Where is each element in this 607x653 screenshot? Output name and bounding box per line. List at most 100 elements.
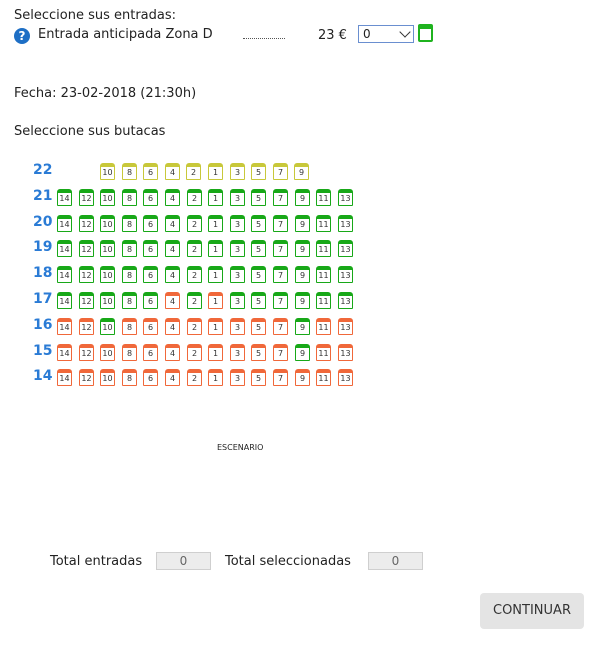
seat[interactable]: 5 <box>251 240 266 257</box>
seat[interactable]: 12 <box>79 215 94 232</box>
seat[interactable]: 6 <box>143 215 158 232</box>
seat[interactable]: 4 <box>165 318 180 335</box>
seat[interactable]: 9 <box>295 215 310 232</box>
seat[interactable]: 6 <box>143 344 158 361</box>
seat[interactable]: 1 <box>208 163 223 180</box>
seat[interactable]: 2 <box>187 189 202 206</box>
seat[interactable]: 2 <box>187 292 202 309</box>
seat[interactable]: 3 <box>230 292 245 309</box>
seat[interactable]: 1 <box>208 369 223 386</box>
seat[interactable]: 12 <box>79 318 94 335</box>
seat[interactable]: 13 <box>338 266 353 283</box>
seat[interactable]: 5 <box>251 318 266 335</box>
seat[interactable]: 3 <box>230 344 245 361</box>
seat[interactable]: 6 <box>143 240 158 257</box>
seat[interactable]: 5 <box>251 189 266 206</box>
seat[interactable]: 5 <box>251 344 266 361</box>
seat[interactable]: 13 <box>338 215 353 232</box>
seat[interactable]: 4 <box>165 163 180 180</box>
seat[interactable]: 9 <box>295 240 310 257</box>
seat[interactable]: 11 <box>316 215 331 232</box>
seat[interactable]: 12 <box>79 344 94 361</box>
seat[interactable]: 4 <box>165 344 180 361</box>
seat[interactable]: 2 <box>187 344 202 361</box>
seat[interactable]: 7 <box>273 344 288 361</box>
seat[interactable]: 9 <box>295 189 310 206</box>
seat[interactable]: 14 <box>57 292 72 309</box>
seat[interactable]: 12 <box>79 369 94 386</box>
seat[interactable]: 12 <box>79 292 94 309</box>
seat[interactable]: 10 <box>100 266 115 283</box>
seat[interactable]: 11 <box>316 344 331 361</box>
seat[interactable]: 5 <box>251 292 266 309</box>
continue-button[interactable]: CONTINUAR <box>480 593 584 629</box>
seat[interactable]: 6 <box>143 266 158 283</box>
seat[interactable]: 13 <box>338 318 353 335</box>
seat[interactable]: 3 <box>230 318 245 335</box>
seat[interactable]: 12 <box>79 189 94 206</box>
seat[interactable]: 2 <box>187 369 202 386</box>
seat[interactable]: 9 <box>295 318 310 335</box>
seat[interactable]: 11 <box>316 369 331 386</box>
seat[interactable]: 11 <box>316 266 331 283</box>
seat[interactable]: 3 <box>230 215 245 232</box>
seat[interactable]: 4 <box>165 189 180 206</box>
seat[interactable]: 2 <box>186 163 201 180</box>
seat[interactable]: 14 <box>57 344 72 361</box>
seat[interactable]: 1 <box>208 318 223 335</box>
seat[interactable]: 10 <box>100 215 115 232</box>
seat[interactable]: 7 <box>273 292 288 309</box>
seat[interactable]: 3 <box>230 266 245 283</box>
seat[interactable]: 4 <box>165 369 180 386</box>
seat[interactable]: 14 <box>57 266 72 283</box>
seat[interactable]: 4 <box>165 292 180 309</box>
seat[interactable]: 13 <box>338 240 353 257</box>
seat[interactable]: 12 <box>79 266 94 283</box>
seat[interactable]: 9 <box>295 266 310 283</box>
seat[interactable]: 10 <box>100 240 115 257</box>
seat[interactable]: 7 <box>273 163 288 180</box>
seat[interactable]: 11 <box>316 189 331 206</box>
seat[interactable]: 5 <box>251 215 266 232</box>
seat[interactable]: 8 <box>122 318 137 335</box>
seat[interactable]: 14 <box>57 318 72 335</box>
seat[interactable]: 3 <box>230 369 245 386</box>
seat[interactable]: 1 <box>208 189 223 206</box>
seat[interactable]: 6 <box>143 369 158 386</box>
seat[interactable]: 7 <box>273 215 288 232</box>
seat[interactable]: 6 <box>143 189 158 206</box>
seat[interactable]: 10 <box>100 292 115 309</box>
seat[interactable]: 13 <box>338 344 353 361</box>
seat[interactable]: 8 <box>122 240 137 257</box>
seat[interactable]: 5 <box>251 266 266 283</box>
seat[interactable]: 13 <box>338 189 353 206</box>
seat[interactable]: 8 <box>122 163 137 180</box>
seat[interactable]: 3 <box>230 240 245 257</box>
seat[interactable]: 11 <box>316 292 331 309</box>
seat[interactable]: 3 <box>230 163 245 180</box>
seat[interactable]: 14 <box>57 369 72 386</box>
seat[interactable]: 8 <box>122 215 137 232</box>
seat[interactable]: 10 <box>100 189 115 206</box>
seat[interactable]: 10 <box>100 318 115 335</box>
seat[interactable]: 2 <box>187 215 202 232</box>
seat[interactable]: 7 <box>273 369 288 386</box>
seat[interactable]: 2 <box>187 240 202 257</box>
seat[interactable]: 5 <box>251 369 266 386</box>
seat[interactable]: 6 <box>143 318 158 335</box>
seat[interactable]: 12 <box>79 240 94 257</box>
seat[interactable]: 7 <box>273 240 288 257</box>
seat[interactable]: 11 <box>316 318 331 335</box>
seat[interactable]: 2 <box>187 318 202 335</box>
seat[interactable]: 4 <box>165 266 180 283</box>
seat[interactable]: 7 <box>273 189 288 206</box>
seat[interactable]: 8 <box>122 369 137 386</box>
seat[interactable]: 8 <box>122 189 137 206</box>
seat[interactable]: 9 <box>294 163 309 180</box>
seat[interactable]: 13 <box>338 292 353 309</box>
seat[interactable]: 6 <box>143 163 158 180</box>
seat[interactable]: 3 <box>230 189 245 206</box>
seat[interactable]: 1 <box>208 215 223 232</box>
seat[interactable]: 6 <box>143 292 158 309</box>
seat[interactable]: 7 <box>273 318 288 335</box>
